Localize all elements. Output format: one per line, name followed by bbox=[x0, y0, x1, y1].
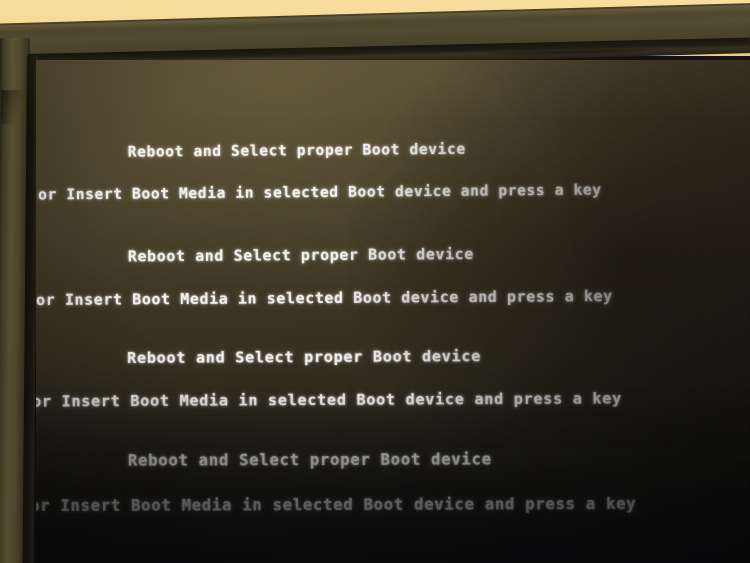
monitor-photo: Reboot and Select proper Boot device or … bbox=[0, 0, 750, 563]
monitor-screen: Reboot and Select proper Boot device or … bbox=[36, 60, 750, 563]
bezel-scuff bbox=[1, 90, 26, 124]
monitor: Reboot and Select proper Boot device or … bbox=[0, 0, 750, 563]
screen-shadow-bottom bbox=[36, 383, 750, 563]
